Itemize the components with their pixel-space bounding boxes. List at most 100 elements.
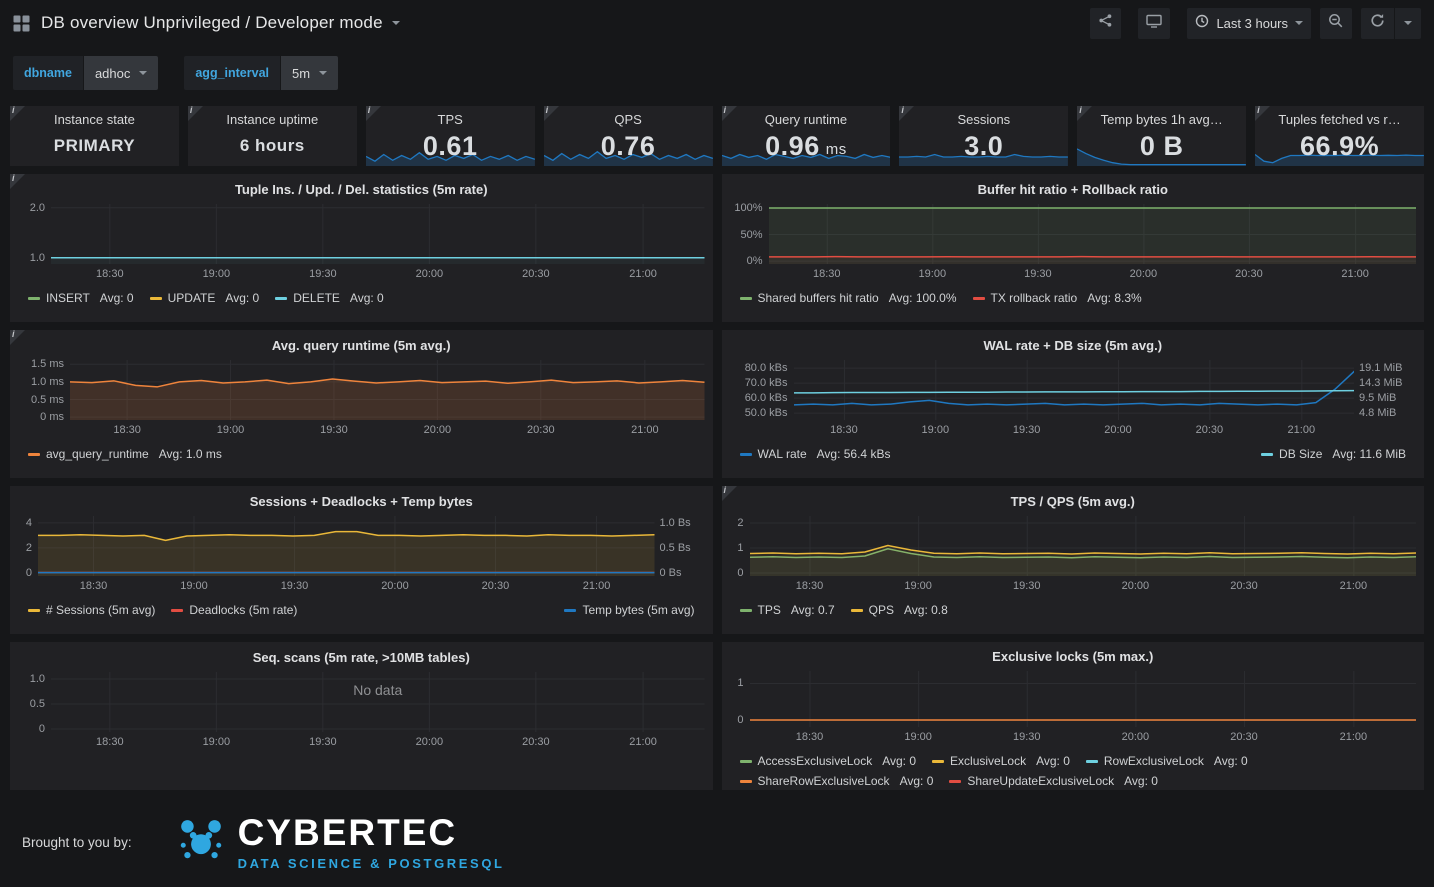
- stat-title[interactable]: Tuples fetched vs r…: [1255, 106, 1424, 127]
- legend-item-qps[interactable]: QPSAvg: 0.8: [851, 601, 948, 619]
- graph-grid: iTuple Ins. / Upd. / Del. statistics (5m…: [10, 174, 1424, 790]
- stat-panel-tps: iTPS0.61: [366, 106, 535, 166]
- info-corner-icon[interactable]: i: [10, 330, 25, 345]
- refresh-interval-dropdown[interactable]: [1394, 8, 1421, 39]
- stat-title[interactable]: Query runtime: [722, 106, 891, 127]
- legend-item-wal-rate[interactable]: WAL rateAvg: 56.4 kBs: [740, 445, 891, 463]
- stat-title[interactable]: Instance state: [10, 106, 179, 127]
- info-corner-icon[interactable]: i: [899, 106, 914, 121]
- info-corner-icon[interactable]: i: [10, 174, 25, 189]
- refresh-button[interactable]: [1361, 8, 1394, 39]
- cybertec-crab-icon: [178, 816, 224, 869]
- legend-item-insert[interactable]: INSERTAvg: 0: [28, 289, 134, 307]
- chart-query-runtime[interactable]: [70, 360, 705, 420]
- stat-title[interactable]: Temp bytes 1h avg…: [1077, 106, 1246, 127]
- right-y-axis: 1.0 Bs0.5 Bs0 Bs: [655, 516, 705, 576]
- panel-title[interactable]: Avg. query runtime (5m avg.): [10, 330, 713, 360]
- variable-value-dropdown[interactable]: 5m: [281, 56, 338, 90]
- plot-area[interactable]: [769, 204, 1417, 264]
- chart-tps-qps[interactable]: [750, 516, 1417, 576]
- info-corner-icon[interactable]: i: [722, 106, 737, 121]
- chart-sessions-deadlocks[interactable]: [38, 516, 655, 576]
- plot-area[interactable]: [51, 204, 705, 264]
- stat-title[interactable]: Instance uptime: [188, 106, 357, 127]
- plot-area[interactable]: [794, 360, 1355, 420]
- legend-item-rowexclusivelock[interactable]: RowExclusiveLockAvg: 0: [1086, 752, 1248, 770]
- panel-title[interactable]: WAL rate + DB size (5m avg.): [722, 330, 1425, 360]
- left-y-axis: 1.00.50: [18, 672, 51, 732]
- left-y-axis: 2.01.0: [18, 204, 51, 264]
- stat-value: 6 hours: [188, 126, 357, 166]
- series-swatch: [932, 760, 944, 763]
- time-range-picker[interactable]: Last 3 hours: [1187, 8, 1311, 39]
- tv-mode-button[interactable]: [1138, 8, 1170, 39]
- stat-value: 0.61: [366, 126, 535, 166]
- chart-buffer-rollback[interactable]: [769, 204, 1417, 264]
- chart-locks[interactable]: [750, 671, 1417, 727]
- panel-title[interactable]: Tuple Ins. / Upd. / Del. statistics (5m …: [10, 174, 713, 204]
- legend-item-temp-bytes-5m-avg-[interactable]: Temp bytes (5m avg): [564, 601, 694, 619]
- chart-wal-db[interactable]: [794, 360, 1355, 420]
- info-corner-icon[interactable]: i: [1077, 106, 1092, 121]
- legend-item-exclusivelock[interactable]: ExclusiveLockAvg: 0: [932, 752, 1070, 770]
- info-corner-icon[interactable]: i: [544, 106, 559, 121]
- series-swatch: [740, 453, 752, 456]
- panel-title[interactable]: TPS / QPS (5m avg.): [722, 486, 1425, 516]
- plot-area[interactable]: No data: [51, 672, 705, 732]
- template-variables: dbname adhoc agg_interval 5m: [0, 46, 1434, 106]
- info-corner-icon[interactable]: i: [366, 106, 381, 121]
- plot-area[interactable]: [750, 516, 1417, 576]
- time-range-label: Last 3 hours: [1216, 16, 1288, 31]
- legend-item-delete[interactable]: DELETEAvg: 0: [275, 289, 384, 307]
- legend-item-deadlocks-5m-rate-[interactable]: Deadlocks (5m rate): [171, 601, 297, 619]
- chevron-down-icon: [1404, 21, 1412, 25]
- stat-value: 0.96ms: [722, 126, 891, 166]
- brand-name: CYBERTEC: [238, 814, 505, 851]
- panel-title[interactable]: Sessions + Deadlocks + Temp bytes: [10, 486, 713, 516]
- plot-area[interactable]: [70, 360, 705, 420]
- panel-buffer-rollback: Buffer hit ratio + Rollback ratio100%50%…: [722, 174, 1425, 322]
- variable-value-dropdown[interactable]: adhoc: [84, 56, 158, 90]
- panel-title[interactable]: Exclusive locks (5m max.): [722, 642, 1425, 671]
- legend-item-shared-buffers-hit-ratio[interactable]: Shared buffers hit ratioAvg: 100.0%: [740, 289, 957, 307]
- legend-item-sharerowexclusivelock[interactable]: ShareRowExclusiveLockAvg: 0: [740, 772, 934, 790]
- stat-title[interactable]: Sessions: [899, 106, 1068, 127]
- legend-item-accessexclusivelock[interactable]: AccessExclusiveLockAvg: 0: [740, 752, 917, 770]
- plot-area[interactable]: [38, 516, 655, 576]
- legend-item-tps[interactable]: TPSAvg: 0.7: [740, 601, 835, 619]
- legend-item-db-size[interactable]: DB SizeAvg: 11.6 MiB: [1261, 445, 1406, 463]
- navbar: DB overview Unprivileged / Developer mod…: [0, 0, 1434, 46]
- legend: AccessExclusiveLockAvg: 0 ExclusiveLockAv…: [740, 752, 1407, 790]
- info-corner-icon[interactable]: i: [1255, 106, 1270, 121]
- legend-item-tx-rollback-ratio[interactable]: TX rollback ratioAvg: 8.3%: [973, 289, 1142, 307]
- legend-item-update[interactable]: UPDATEAvg: 0: [150, 289, 260, 307]
- stat-panel-tuples-fetched: iTuples fetched vs r…66.9%: [1255, 106, 1424, 166]
- chevron-down-icon: [139, 71, 147, 75]
- clock-icon: [1195, 14, 1209, 33]
- footer: Brought to you by: CYBERTEC DATA SCIENCE: [0, 790, 1434, 871]
- legend: # Sessions (5m avg) Deadlocks (5m rate) Te…: [28, 601, 695, 619]
- series-swatch: [851, 609, 863, 612]
- stat-value: 0 B: [1077, 126, 1246, 166]
- stat-title[interactable]: QPS: [544, 106, 713, 127]
- chart-tuple-stats[interactable]: [51, 204, 705, 264]
- legend: INSERTAvg: 0 UPDATEAvg: 0 DELETEAvg: 0: [28, 289, 695, 307]
- legend-item-shareupdateexclusivelock[interactable]: ShareUpdateExclusiveLockAvg: 0: [949, 772, 1158, 790]
- panel-locks: Exclusive locks (5m max.)1018:3019:0019:…: [722, 642, 1425, 790]
- stat-title[interactable]: TPS: [366, 106, 535, 127]
- series-swatch: [740, 780, 752, 783]
- legend: avg_query_runtimeAvg: 1.0 ms: [28, 445, 695, 463]
- info-corner-icon[interactable]: i: [10, 106, 25, 121]
- plot-area[interactable]: [750, 671, 1417, 727]
- panel-title[interactable]: Buffer hit ratio + Rollback ratio: [722, 174, 1425, 204]
- legend-item-avg-query-runtime[interactable]: avg_query_runtimeAvg: 1.0 ms: [28, 445, 222, 463]
- dashboard-title[interactable]: DB overview Unprivileged / Developer mod…: [41, 13, 400, 33]
- share-button[interactable]: [1090, 8, 1121, 39]
- zoom-out-button[interactable]: [1320, 8, 1352, 39]
- no-data-label: No data: [51, 682, 705, 698]
- panel-title[interactable]: Seq. scans (5m rate, >10MB tables): [10, 642, 713, 672]
- info-corner-icon[interactable]: i: [722, 486, 737, 501]
- apps-grid-icon[interactable]: [13, 15, 30, 32]
- info-corner-icon[interactable]: i: [188, 106, 203, 121]
- legend-item--sessions-5m-avg-[interactable]: # Sessions (5m avg): [28, 601, 155, 619]
